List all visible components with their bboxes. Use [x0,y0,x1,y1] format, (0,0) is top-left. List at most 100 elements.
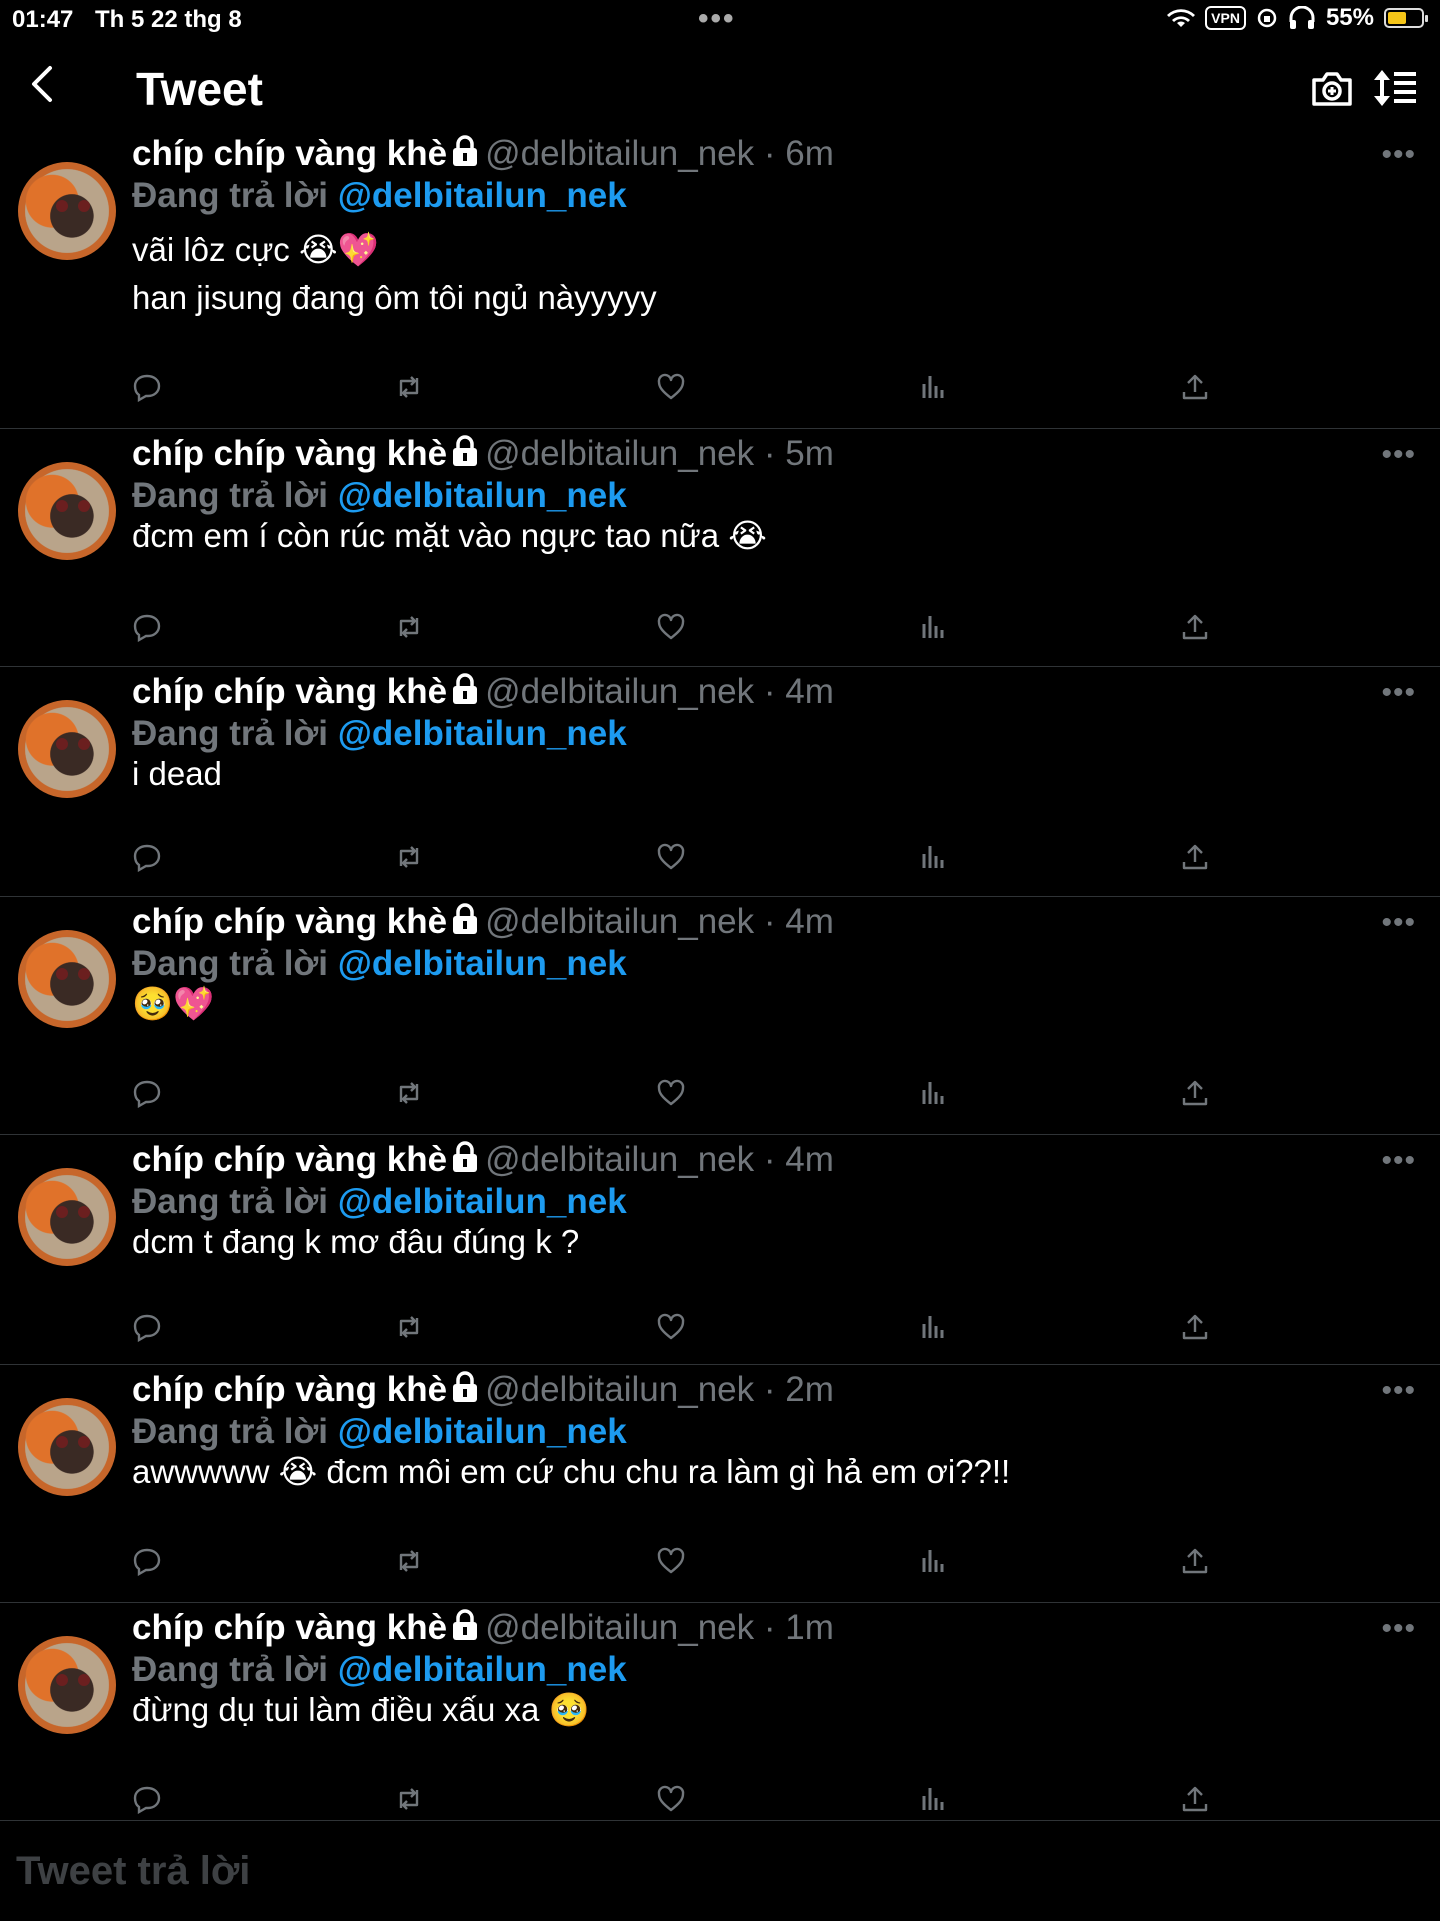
reply-icon[interactable] [132,372,162,403]
sort-replies-icon[interactable] [1372,68,1420,108]
more-options-icon[interactable]: ••• [1381,1374,1416,1408]
avatar[interactable] [18,700,116,798]
share-icon[interactable] [1180,1312,1210,1342]
views-icon[interactable] [918,1312,948,1342]
retweet-icon[interactable] [394,1546,424,1576]
tweet-reply[interactable]: chíp chíp vàng khè @delbitailun_nek · 2m … [0,1364,1440,1603]
battery-percent: 55% [1325,4,1374,31]
reply-mention-link[interactable]: @delbitailun_nek [338,944,627,983]
back-arrow-icon[interactable] [24,64,64,104]
tweet-text: đừng dụ tui làm điều xấu xa 🥹 [132,1691,590,1728]
tweet-header: chíp chíp vàng khè @delbitailun_nek · 4m [132,1140,834,1180]
tweet-actions [132,1546,1232,1578]
reply-icon[interactable] [132,612,162,643]
reply-mention-link[interactable]: @delbitailun_nek [338,1182,627,1221]
tweet-reply[interactable]: chíp chíp vàng khè @delbitailun_nek · 6m … [0,128,1440,429]
status-icons: VPN 55% [1167,4,1428,32]
more-options-icon[interactable]: ••• [1381,438,1416,472]
camera-plus-icon[interactable] [1310,68,1354,108]
tweet-reply[interactable]: chíp chíp vàng khè @delbitailun_nek · 4m … [0,896,1440,1135]
author-name[interactable]: chíp chíp vàng khè [132,434,447,473]
like-icon[interactable] [656,1078,686,1108]
top-nav: Tweet [0,54,1440,128]
views-icon[interactable] [918,372,948,402]
views-icon[interactable] [918,1546,948,1576]
author-handle: @delbitailun_nek [485,672,755,711]
tweet-reply[interactable]: chíp chíp vàng khè @delbitailun_nek · 4m … [0,666,1440,897]
share-icon[interactable] [1180,1078,1210,1108]
tweet-header: chíp chíp vàng khè @delbitailun_nek · 4m [132,672,834,712]
protected-lock-icon [451,1609,479,1641]
reply-mention-link[interactable]: @delbitailun_nek [338,1650,627,1689]
avatar[interactable] [18,1636,116,1734]
reply-composer[interactable]: Tweet trả lời [0,1820,1440,1921]
share-icon[interactable] [1180,1546,1210,1576]
retweet-icon[interactable] [394,372,424,402]
views-icon[interactable] [918,1078,948,1108]
replying-to-label: Đang trả lời [132,944,329,983]
like-icon[interactable] [656,1546,686,1576]
replying-to-label: Đang trả lời [132,176,329,215]
author-name[interactable]: chíp chíp vàng khè [132,902,447,941]
more-options-icon[interactable]: ••• [1381,906,1416,940]
avatar[interactable] [18,462,116,560]
reply-mention-link[interactable]: @delbitailun_nek [338,1412,627,1451]
tweet-actions [132,1312,1232,1344]
tweet-reply[interactable]: chíp chíp vàng khè @delbitailun_nek · 4m … [0,1134,1440,1365]
reply-icon[interactable] [132,1312,162,1343]
tweet-time: · 4m [763,672,834,711]
tweet-text: đcm em í còn rúc mặt vào ngực tao nữa 😭 [132,517,767,554]
replying-to-label: Đang trả lời [132,1650,329,1689]
avatar[interactable] [18,1168,116,1266]
author-name[interactable]: chíp chíp vàng khè [132,134,447,173]
author-handle: @delbitailun_nek [485,434,755,473]
avatar[interactable] [18,162,116,260]
replying-to: Đang trả lời @delbitailun_nek [132,944,627,984]
reply-mention-link[interactable]: @delbitailun_nek [338,476,627,515]
author-name[interactable]: chíp chíp vàng khè [132,1140,447,1179]
tweet-text: i dead [132,755,222,792]
tweet-reply[interactable]: chíp chíp vàng khè @delbitailun_nek · 5m … [0,428,1440,667]
reply-icon[interactable] [132,842,162,873]
retweet-icon[interactable] [394,1078,424,1108]
like-icon[interactable] [656,612,686,642]
retweet-icon[interactable] [394,1784,424,1814]
like-icon[interactable] [656,842,686,872]
share-icon[interactable] [1180,372,1210,402]
tweet-reply[interactable]: chíp chíp vàng khè @delbitailun_nek · 1m … [0,1602,1440,1821]
orientation-lock-icon [1257,8,1277,28]
multitasking-dots-icon[interactable]: ••• [698,2,736,36]
reply-input-placeholder[interactable]: Tweet trả lời [16,1849,250,1894]
author-name[interactable]: chíp chíp vàng khè [132,1608,447,1647]
avatar[interactable] [18,930,116,1028]
avatar[interactable] [18,1398,116,1496]
views-icon[interactable] [918,1784,948,1814]
views-icon[interactable] [918,842,948,872]
retweet-icon[interactable] [394,612,424,642]
retweet-icon[interactable] [394,842,424,872]
more-options-icon[interactable]: ••• [1381,1144,1416,1178]
tweet-actions [132,372,1232,404]
reply-mention-link[interactable]: @delbitailun_nek [338,714,627,753]
retweet-icon[interactable] [394,1312,424,1342]
more-options-icon[interactable]: ••• [1381,676,1416,710]
views-icon[interactable] [918,612,948,642]
share-icon[interactable] [1180,842,1210,872]
like-icon[interactable] [656,372,686,402]
reply-icon[interactable] [132,1784,162,1815]
more-options-icon[interactable]: ••• [1381,138,1416,172]
more-options-icon[interactable]: ••• [1381,1612,1416,1646]
protected-lock-icon [451,1371,479,1403]
like-icon[interactable] [656,1784,686,1814]
tweet-header: chíp chíp vàng khè @delbitailun_nek · 6m [132,134,834,174]
reply-mention-link[interactable]: @delbitailun_nek [338,176,627,215]
reply-icon[interactable] [132,1078,162,1109]
author-name[interactable]: chíp chíp vàng khè [132,1370,447,1409]
share-icon[interactable] [1180,612,1210,642]
protected-lock-icon [451,673,479,705]
author-name[interactable]: chíp chíp vàng khè [132,672,447,711]
tweet-text: vãi lôz cực 😭💖 han jisung đang ôm tôi ng… [132,231,657,316]
like-icon[interactable] [656,1312,686,1342]
share-icon[interactable] [1180,1784,1210,1814]
reply-icon[interactable] [132,1546,162,1577]
